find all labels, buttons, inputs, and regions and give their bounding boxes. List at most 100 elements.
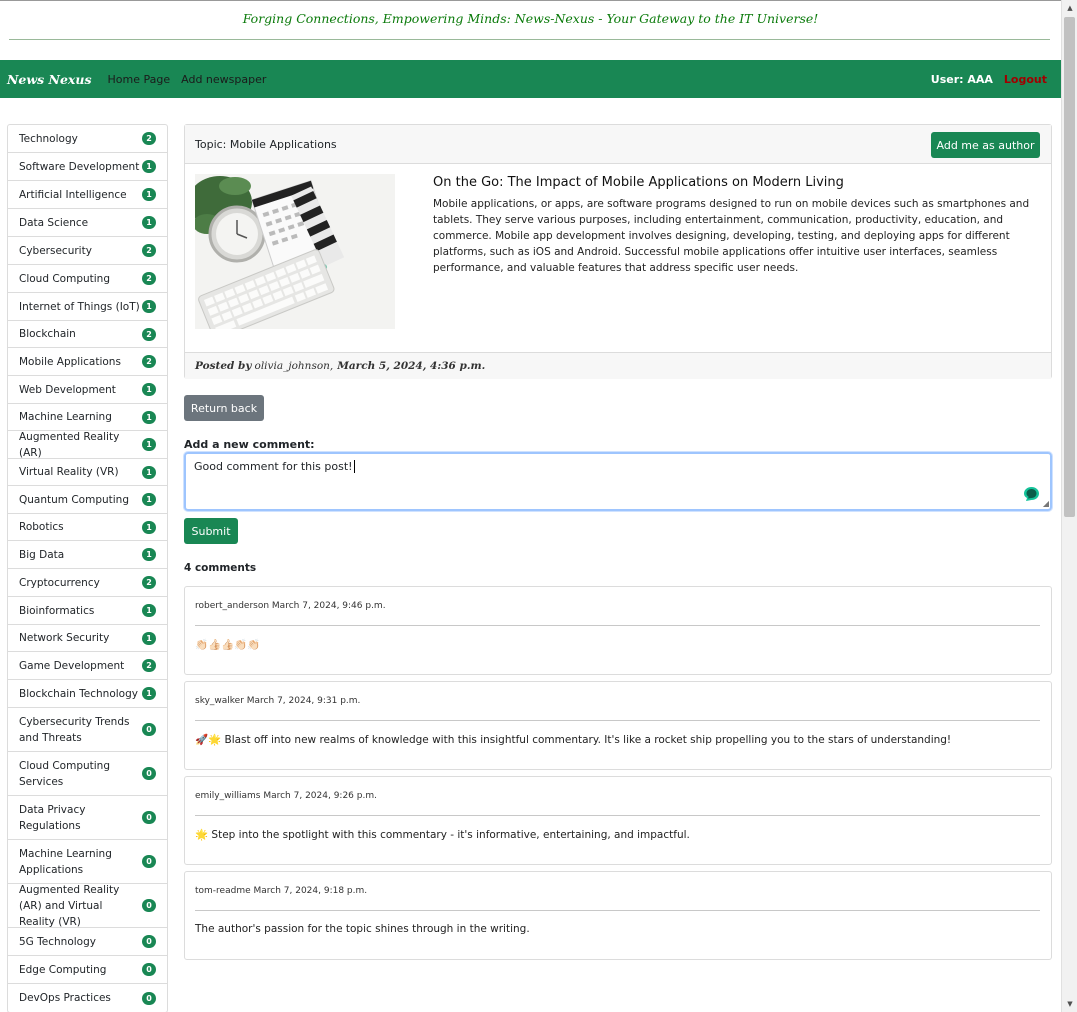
scroll-down-icon[interactable]: ▼ [1062, 996, 1077, 1012]
sidebar-item-label: Augmented Reality (AR) [19, 430, 120, 459]
post-body: Mobile applications, or apps, are softwa… [433, 198, 1030, 274]
sidebar-item-count-badge: 0 [142, 963, 156, 976]
sidebar-item-count-badge: 0 [142, 935, 156, 948]
sidebar-item-count-badge: 1 [142, 520, 156, 534]
comment-meta: tom-readme March 7, 2024, 9:18 p.m. [195, 886, 368, 896]
nav-home-link[interactable]: Home Page [108, 73, 171, 86]
sidebar-item-count-badge: 1 [142, 438, 156, 451]
sidebar-item[interactable]: Blockchain Technology 1 [8, 680, 167, 708]
sidebar-item-label: Technology [19, 132, 78, 145]
sidebar-item[interactable]: Network Security 1 [8, 625, 167, 652]
sidebar-item-count-badge: 1 [142, 216, 156, 229]
sidebar-item[interactable]: Augmented Reality (AR) and Virtual Reali… [8, 884, 167, 928]
sidebar-item[interactable]: 5G Technology 0 [8, 928, 167, 956]
sidebar-item[interactable]: DevOps Practices 0 [8, 984, 167, 1012]
sidebar-item[interactable]: Cybersecurity Trends and Threats 0 [8, 708, 167, 752]
post-footer: Posted by olivia_johnson, March 5, 2024,… [185, 352, 1051, 379]
sidebar-item-label: Web Development [19, 383, 116, 396]
sidebar-item-label: Big Data [19, 548, 65, 561]
page: Forging Connections, Empowering Minds: N… [0, 0, 1061, 1012]
sidebar-item[interactable]: Mobile Applications 2 [8, 348, 167, 376]
sidebar-item-count-badge: 2 [142, 355, 156, 368]
comment-text: 🌟 Step into the spotlight with this comm… [195, 829, 690, 841]
sidebar-item-label: Bioinformatics [19, 604, 95, 617]
site-tagline: Forging Connections, Empowering Minds: N… [242, 11, 819, 26]
sidebar-item[interactable]: Quantum Computing 1 [8, 486, 167, 514]
post-date: March 5, 2024, 4:36 p.m. [337, 360, 486, 372]
sidebar-item[interactable]: Data Science 1 [8, 209, 167, 237]
comment-textarea[interactable]: Good comment for this post! ◢ [184, 452, 1052, 511]
comment-card: robert_anderson March 7, 2024, 9:46 p.m.… [184, 586, 1052, 675]
sidebar-item-count-badge: 0 [142, 899, 156, 912]
sidebar-item[interactable]: Cybersecurity 2 [8, 237, 167, 265]
return-back-button[interactable]: Return back [184, 395, 264, 421]
sidebar-item[interactable]: Bioinformatics 1 [8, 597, 167, 625]
sidebar-item[interactable]: Technology 2 [8, 125, 167, 153]
sidebar-item-count-badge: 2 [142, 327, 156, 341]
sidebar-item[interactable]: Cloud Computing Services 0 [8, 752, 167, 796]
sidebar-item-count-badge: 1 [142, 465, 156, 479]
sidebar-item-count-badge: 1 [142, 410, 156, 424]
sidebar-item-count-badge: 0 [142, 723, 156, 736]
sidebar-item-count-badge: 1 [142, 687, 156, 700]
comment-textarea-value: Good comment for this post! [194, 460, 353, 473]
topic-sidebar: Technology 2 Software Development 1 Artifici… [7, 124, 168, 1012]
grammar-assistant-icon[interactable] [1023, 486, 1040, 502]
sidebar-item-label: Robotics [19, 521, 64, 533]
comment-meta: emily_williams March 7, 2024, 9:26 p.m. [195, 791, 377, 801]
sidebar-item[interactable]: Cloud Computing 2 [8, 265, 167, 293]
sidebar-item[interactable]: Data Privacy Regulations 0 [8, 796, 167, 840]
vertical-scrollbar[interactable]: ▲ ▼ [1061, 0, 1077, 1012]
sidebar-item[interactable]: Machine Learning Applications 0 [8, 840, 167, 884]
comment-divider [195, 625, 1040, 626]
comments-count: 4 comments [184, 562, 257, 574]
sidebar-item-count-badge: 1 [142, 604, 156, 617]
sidebar-item[interactable]: Internet of Things (IoT) 1 [8, 293, 167, 321]
sidebar-item-count-badge: 0 [142, 811, 156, 824]
sidebar-item[interactable]: Edge Computing 0 [8, 956, 167, 984]
add-comment-label: Add a new comment: [184, 438, 315, 451]
sidebar-item[interactable]: Game Development 2 [8, 652, 167, 680]
sidebar-item[interactable]: Robotics 1 [8, 514, 167, 541]
nav-add-newspaper-link[interactable]: Add newspaper [181, 73, 266, 86]
sidebar-item-count-badge: 2 [142, 244, 156, 257]
comment-text: 🚀🌟 Blast off into new realms of knowledg… [195, 734, 952, 746]
post-card: Topic: Mobile Applications Add me as aut… [184, 124, 1052, 379]
sidebar-item-count-badge: 1 [142, 160, 156, 173]
comment-card: sky_walker March 7, 2024, 9:31 p.m. 🚀🌟 Bl… [184, 681, 1052, 770]
nav-user-area: User: AAA Logout [931, 73, 1047, 86]
sidebar-item[interactable]: Virtual Reality (VR) 1 [8, 459, 167, 486]
sidebar-item-count-badge: 1 [142, 300, 156, 313]
sidebar-item-label: Cloud Computing [19, 272, 110, 285]
sidebar-item[interactable]: Machine Learning 1 [8, 404, 167, 431]
tagline-divider [9, 39, 1050, 40]
scroll-up-icon[interactable]: ▲ [1062, 0, 1077, 16]
sidebar-item-count-badge: 1 [142, 383, 156, 396]
comment-divider [195, 910, 1040, 911]
sidebar-item[interactable]: Blockchain 2 [8, 321, 167, 348]
logout-link[interactable]: Logout [1004, 73, 1047, 86]
comment-meta: sky_walker March 7, 2024, 9:31 p.m. [195, 696, 361, 706]
sidebar-item[interactable]: Software Development 1 [8, 153, 167, 181]
post-title: On the Go: The Impact of Mobile Applicat… [433, 175, 844, 190]
submit-comment-button[interactable]: Submit [184, 518, 238, 544]
comment-text: The author's passion for the topic shine… [195, 923, 530, 935]
sidebar-item-label: Cryptocurrency [19, 576, 100, 589]
post-author[interactable]: olivia_johnson, [255, 360, 334, 372]
sidebar-item-label: Data Privacy Regulations [19, 803, 86, 832]
sidebar-item-label: Internet of Things (IoT) [19, 300, 140, 313]
posted-by-label: Posted by [195, 360, 252, 372]
resize-handle-icon[interactable]: ◢ [1043, 499, 1049, 508]
sidebar-item[interactable]: Artificial Intelligence 1 [8, 181, 167, 209]
sidebar-item[interactable]: Augmented Reality (AR) 1 [8, 431, 167, 459]
sidebar-item-label: Cybersecurity [19, 244, 92, 257]
brand-link[interactable]: News Nexus [7, 72, 92, 87]
sidebar-item[interactable]: Big Data 1 [8, 541, 167, 569]
post-image [195, 174, 395, 329]
sidebar-item-label: DevOps Practices [19, 992, 111, 1004]
sidebar-item[interactable]: Web Development 1 [8, 376, 167, 404]
sidebar-item-label: Data Science [19, 216, 89, 229]
sidebar-item[interactable]: Cryptocurrency 2 [8, 569, 167, 597]
scrollbar-thumb[interactable] [1064, 17, 1075, 517]
add-me-as-author-button[interactable]: Add me as author [931, 132, 1040, 158]
